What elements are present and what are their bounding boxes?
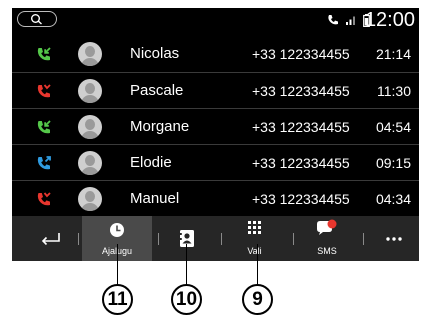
contact-avatar — [78, 42, 102, 66]
toolbar-divider — [221, 233, 222, 245]
missed-call-icon — [37, 192, 51, 206]
phone-screen: 12:00 Nicolas +33 122334455 21:14 Pascal… — [12, 8, 419, 261]
contact-name: Pascale — [130, 82, 184, 99]
status-icons — [327, 13, 370, 27]
toolbar-divider — [158, 233, 159, 245]
clock: 12:00 — [364, 9, 415, 31]
callout-marker: 10 — [171, 284, 202, 315]
call-log-row[interactable]: Elodie +33 122334455 09:15 — [12, 144, 419, 180]
more-dots-icon — [386, 237, 402, 241]
phone-number: +33 122334455 — [252, 119, 350, 135]
toolbar-divider — [363, 233, 364, 245]
phone-number: +33 122334455 — [252, 46, 350, 62]
contact-name: Morgane — [130, 118, 190, 135]
tab-label: Vali — [247, 246, 262, 256]
contact-avatar — [78, 151, 102, 175]
callout-leader — [117, 244, 118, 286]
incoming-call-icon — [37, 120, 51, 134]
call-time: 04:54 — [375, 119, 411, 135]
call-log-row[interactable]: Pascale +33 122334455 11:30 — [12, 72, 419, 108]
call-time: 11:30 — [377, 83, 411, 99]
search-icon — [31, 14, 42, 25]
call-log-row[interactable]: Morgane +33 122334455 04:54 — [12, 108, 419, 144]
bottom-toolbar: Ajalugu Vali — [12, 216, 419, 261]
phone-number: +33 122334455 — [252, 83, 350, 99]
keypad-icon — [248, 221, 261, 234]
call-log-list: Nicolas +33 122334455 21:14 Pascale +33 … — [12, 36, 419, 216]
outgoing-call-icon — [37, 156, 51, 170]
call-time: 09:15 — [375, 155, 411, 171]
contact-card-icon — [180, 230, 194, 247]
call-time: 21:14 — [375, 46, 411, 62]
phone-number: +33 122334455 — [252, 155, 350, 171]
contact-avatar — [78, 79, 102, 103]
tab-label: SMS — [317, 246, 337, 256]
tab-keypad[interactable]: Vali — [227, 216, 282, 261]
callout-marker: 11 — [102, 284, 133, 315]
back-button[interactable] — [24, 216, 76, 261]
message-icon — [317, 219, 337, 235]
phone-number: +33 122334455 — [252, 191, 350, 207]
contact-avatar — [78, 115, 102, 139]
status-bar: 12:00 — [12, 8, 419, 36]
missed-call-icon — [37, 84, 51, 98]
toolbar-divider — [78, 233, 79, 245]
call-log-row[interactable]: Nicolas +33 122334455 21:14 — [12, 36, 419, 72]
incoming-call-icon — [37, 47, 51, 61]
contact-avatar — [78, 187, 102, 211]
more-button[interactable] — [374, 216, 414, 261]
search-button[interactable] — [17, 11, 57, 27]
notification-badge — [327, 219, 337, 229]
call-time: 04:34 — [375, 191, 411, 207]
back-arrow-icon — [41, 233, 60, 245]
call-log-row[interactable]: Manuel +33 122334455 04:34 — [12, 180, 419, 216]
callout-leader — [257, 244, 258, 286]
contact-name: Manuel — [130, 190, 180, 207]
signal-icon — [346, 16, 355, 25]
contact-name: Elodie — [130, 154, 172, 171]
contact-name: Nicolas — [130, 45, 180, 62]
phone-status-icon — [328, 15, 338, 25]
tab-contacts[interactable] — [162, 216, 212, 261]
tab-sms[interactable]: SMS — [302, 216, 352, 261]
clock-icon — [110, 223, 124, 237]
toolbar-divider — [293, 233, 294, 245]
callout-marker: 9 — [242, 284, 273, 315]
callout-leader — [186, 244, 187, 286]
